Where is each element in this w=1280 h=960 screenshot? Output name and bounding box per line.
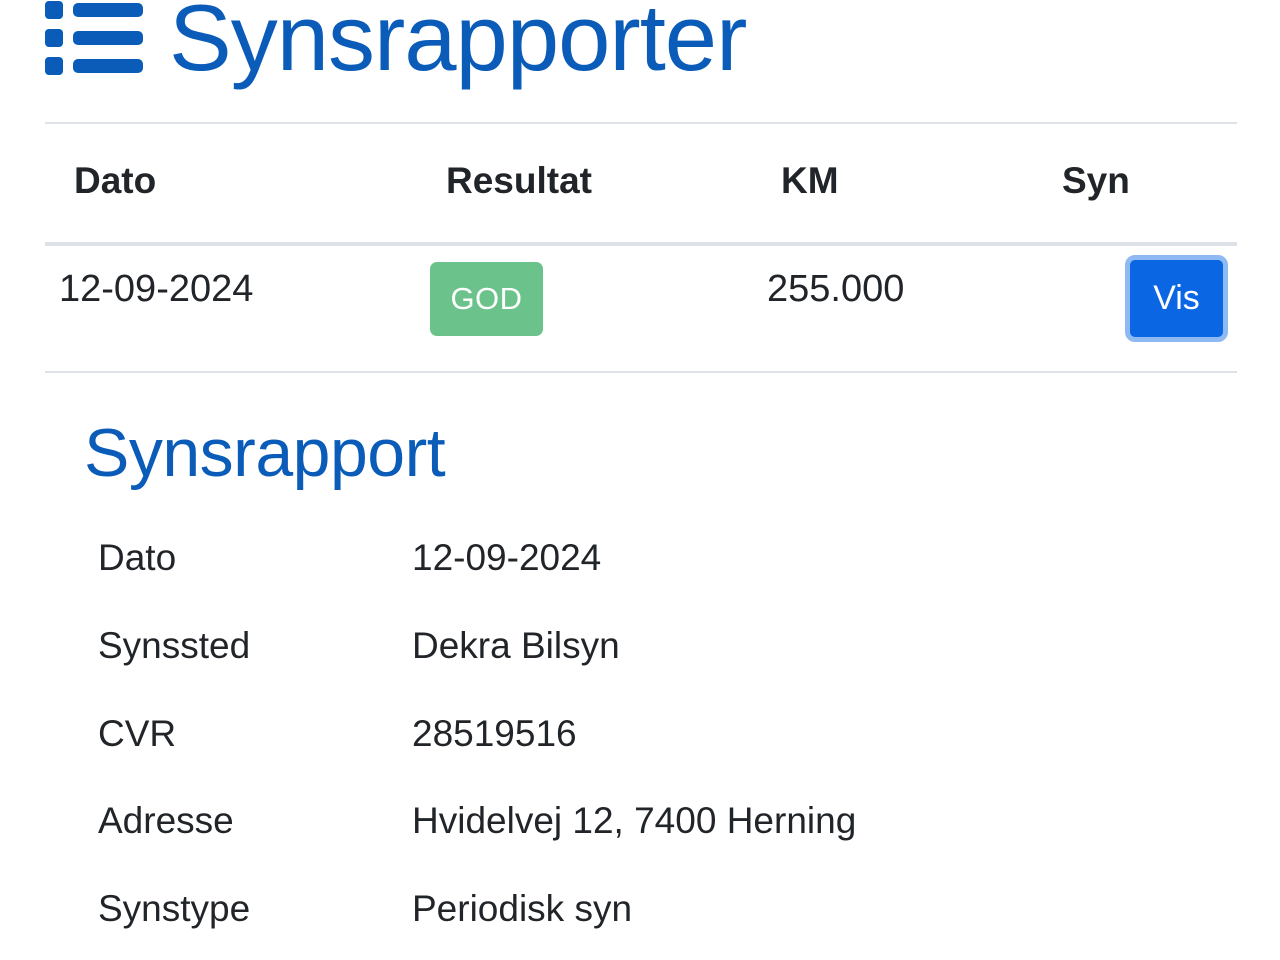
page: Synsrapporter Dato Resultat KM Syn 12-09… [0,0,1280,960]
column-header-km: KM [781,160,839,201]
detail-value-synstype: Periodisk syn [412,888,633,929]
result-badge: GOD [430,262,543,336]
detail-label-dato: Dato [98,537,177,578]
page-title: Synsrapporter [169,0,747,90]
vis-button-label: Vis [1130,260,1223,337]
row-date: 12-09-2024 [59,268,254,310]
page-header: Synsrapporter [45,0,747,98]
result-badge-label: GOD [450,281,523,316]
table-header-divider [45,242,1237,246]
detail-value-adresse: Hvidelvej 12, 7400 Herning [412,800,857,841]
row-km: 255.000 [767,268,905,310]
table-row-divider [45,371,1237,373]
report-title: Synsrapport [84,415,446,491]
detail-label-synstype: Synstype [98,888,251,929]
column-header-syn: Syn [1062,160,1130,201]
detail-value-synssted: Dekra Bilsyn [412,625,620,666]
column-header-resultat: Resultat [446,160,592,201]
detail-value-cvr: 28519516 [412,713,577,754]
detail-label-adresse: Adresse [98,800,234,841]
detail-value-dato: 12-09-2024 [412,537,602,578]
detail-label-cvr: CVR [98,713,177,754]
vis-button[interactable]: Vis [1125,255,1228,342]
column-header-dato: Dato [74,160,157,201]
table-top-divider [45,122,1237,124]
list-icon [45,1,143,75]
detail-label-synssted: Synssted [98,625,251,666]
